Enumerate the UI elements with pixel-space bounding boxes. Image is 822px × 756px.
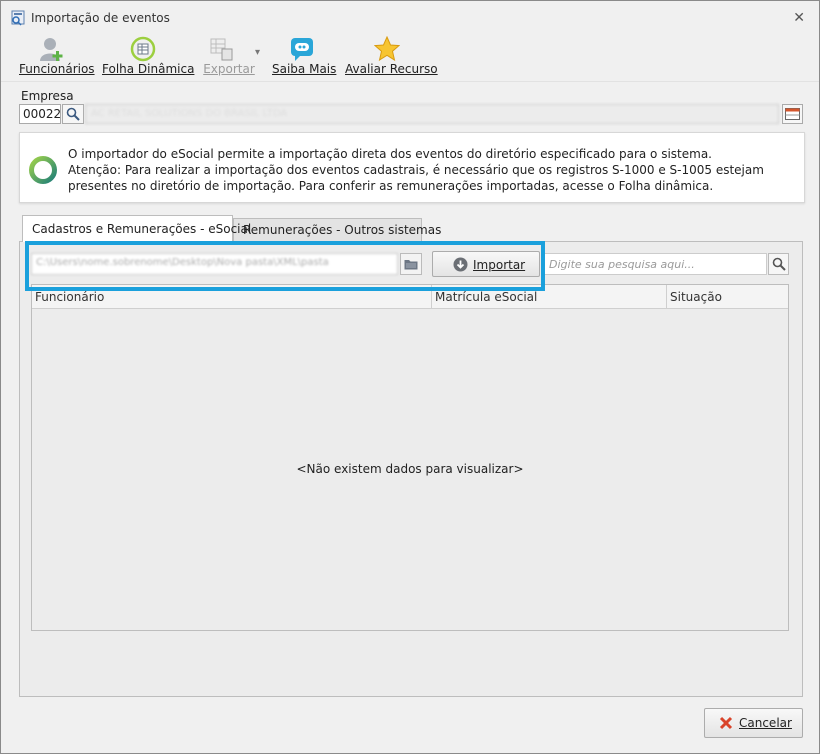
esocial-ring-icon — [29, 156, 57, 184]
toolbar-button-saiba-mais[interactable]: Saiba Mais — [272, 33, 337, 79]
grid-search-input[interactable]: Digite sua pesquisa aqui... — [544, 253, 767, 275]
import-events-window: Importação de eventos ✕ Funcionários Fol… — [0, 0, 820, 754]
search-icon — [66, 107, 80, 121]
empresa-search-button[interactable] — [62, 104, 84, 124]
column-header-situacao[interactable]: Situação — [667, 285, 788, 308]
spreadsheet-refresh-icon — [130, 36, 156, 62]
empresa-name-field: AC RETAIL SOLUTIONS DO BRASIL LTDA — [85, 104, 779, 124]
title-bar: Importação de eventos ✕ — [1, 1, 819, 31]
star-icon — [374, 36, 400, 62]
toolbar-label-exportar: Exportar — [203, 62, 255, 76]
grid-header: Funcionário Matrícula eSocial Situação — [32, 285, 788, 309]
toolbar-button-folha-dinamica[interactable]: Folha Dinâmica — [102, 33, 195, 79]
cancel-button[interactable]: Cancelar — [704, 708, 803, 738]
cancel-x-icon — [719, 716, 733, 730]
close-icon[interactable]: ✕ — [793, 10, 805, 26]
toolbar-label-avaliar-recurso: Avaliar Recurso — [345, 62, 438, 76]
toolbar-label-saiba-mais: Saiba Mais — [272, 62, 337, 76]
empresa-label: Empresa — [21, 89, 74, 103]
browse-folder-button[interactable] — [400, 253, 422, 275]
toolbar-button-avaliar-recurso[interactable]: Avaliar Recurso — [345, 33, 438, 79]
empresa-code-field[interactable]: 00022 — [19, 104, 61, 124]
window-title: Importação de eventos — [31, 11, 170, 25]
toolbar-button-funcionarios[interactable]: Funcionários — [19, 33, 95, 79]
empresa-picker-button[interactable] — [782, 104, 803, 124]
info-text-line1: O importador do eSocial permite a import… — [68, 147, 712, 161]
column-header-matricula[interactable]: Matrícula eSocial — [432, 285, 667, 308]
toolbar-button-exportar[interactable]: Exportar — [199, 33, 259, 79]
cancel-button-label: Cancelar — [739, 716, 792, 730]
app-window-icon — [11, 10, 25, 26]
export-table-icon — [210, 38, 233, 61]
grid-empty-message: <Não existem dados para visualizar> — [296, 462, 524, 476]
add-user-icon — [40, 38, 63, 61]
import-button-label: Importar — [473, 258, 526, 272]
info-text-line2: Atenção: Para realizar a importação dos … — [68, 163, 764, 193]
folder-icon — [404, 260, 418, 270]
directory-path-field[interactable]: C:\Users\nome.sobrenome\Desktop\Nova pas… — [31, 253, 398, 275]
calendar-icon — [785, 108, 800, 120]
column-header-funcionario[interactable]: Funcionário — [32, 285, 432, 308]
tab-cadastros-remuneracoes[interactable]: Cadastros e Remunerações - eSocial — [22, 215, 251, 242]
search-icon — [772, 257, 786, 271]
toolbar-label-folha-dinamica: Folha Dinâmica — [102, 62, 195, 76]
toolbar-label-funcionarios: Funcionários — [19, 62, 95, 76]
tab-remuneracoes-outros[interactable]: Remunerações - Outros sistemas — [233, 218, 441, 241]
toolbar-divider — [1, 81, 819, 82]
import-button[interactable]: Importar — [432, 251, 540, 277]
grid-search-button[interactable] — [768, 253, 789, 275]
info-panel: O importador do eSocial permite a import… — [19, 132, 805, 203]
info-chat-icon — [291, 38, 313, 61]
import-download-icon — [453, 257, 468, 272]
exportar-dropdown-icon[interactable]: ▾ — [255, 47, 260, 58]
events-grid: Funcionário Matrícula eSocial Situação <… — [31, 284, 789, 631]
toolbar: Funcionários Folha Dinâmica Exportar ▾ S… — [9, 33, 811, 81]
